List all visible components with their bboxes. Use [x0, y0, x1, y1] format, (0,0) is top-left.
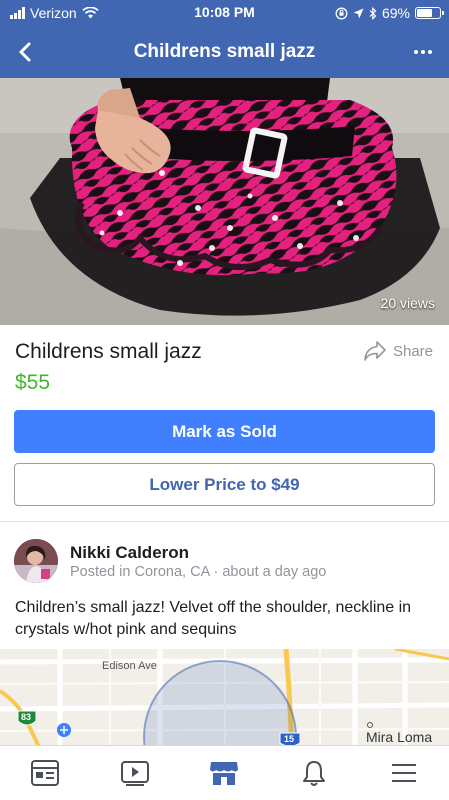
battery-icon [415, 7, 444, 19]
chevron-left-icon[interactable] [14, 38, 38, 66]
tab-bar [0, 745, 449, 800]
map-street-label: Edison Ave [102, 660, 157, 672]
listing-photo[interactable]: 20 views [0, 78, 449, 325]
views-count: 20 views [380, 295, 435, 311]
status-bar: Verizon 10:08 PM 69% [0, 0, 449, 26]
lower-price-button[interactable]: Lower Price to $49 [14, 463, 435, 506]
seller-name[interactable]: Nikki Calderon [70, 543, 189, 563]
wifi-icon [82, 7, 99, 19]
hamburger-menu-icon [392, 764, 417, 782]
navbar: Childrens small jazz [0, 26, 449, 78]
avatar[interactable] [14, 539, 58, 583]
header: Verizon 10:08 PM 69% Childrens small jaz… [0, 0, 449, 78]
bell-icon [303, 761, 326, 786]
tab-notifications[interactable] [284, 751, 344, 795]
listing-title: Childrens small jazz [15, 340, 202, 363]
video-play-icon [120, 761, 149, 786]
newsfeed-icon [30, 760, 59, 786]
tab-marketplace[interactable] [194, 751, 254, 795]
more-horizontal-icon[interactable] [411, 38, 435, 66]
tab-news-feed[interactable] [15, 751, 75, 795]
tab-menu[interactable] [374, 751, 434, 795]
share-label: Share [392, 342, 433, 360]
signal-icon [10, 7, 25, 19]
orientation-lock-icon [335, 7, 348, 19]
map-city-label: Mira Loma [366, 729, 433, 745]
share-arrow-icon [364, 341, 386, 361]
listing-description: Children’s small jazz! Velvet off the sh… [15, 599, 412, 638]
share-button[interactable]: Share [363, 340, 433, 362]
listing-price: $55 [15, 371, 51, 394]
mark-as-sold-button[interactable]: Mark as Sold [14, 410, 435, 453]
route-15-label: 15 [284, 734, 295, 744]
tab-watch[interactable] [105, 751, 165, 795]
marketplace-icon [210, 762, 239, 785]
location-arrow-icon [353, 8, 364, 18]
battery-percent: 69% [381, 5, 410, 21]
dance-costume-image [0, 78, 449, 325]
status-right: 69% [335, 5, 444, 21]
section-divider [0, 521, 449, 522]
carrier-label: Verizon [30, 5, 77, 21]
status-left: Verizon [10, 5, 99, 21]
seller-meta: Posted in Corona, CA · about a day ago [70, 564, 327, 580]
page-title: Childrens small jazz [133, 41, 316, 62]
bluetooth-icon [369, 6, 377, 20]
seller-avatar-image [14, 539, 58, 583]
route-83-label: 83 [21, 712, 32, 722]
battery-level [417, 9, 433, 17]
location-map[interactable]: Edison Ave 83 15 Mira Loma [0, 649, 449, 749]
